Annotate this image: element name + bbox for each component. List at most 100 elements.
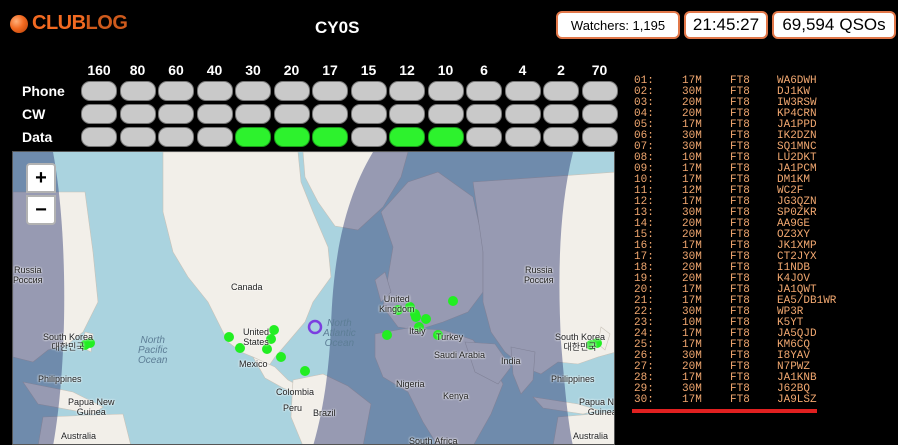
- spot-row[interactable]: 27: 20M FT8 N7PWZ: [634, 362, 894, 373]
- spot-row[interactable]: 12: 17M FT8 JG3QZN: [634, 197, 894, 208]
- slot-cw-70[interactable]: [581, 104, 618, 124]
- band-label-60: 60: [168, 62, 184, 78]
- band-label-70: 70: [591, 62, 608, 78]
- slot-phone-15[interactable]: [350, 81, 387, 101]
- slot-data-60[interactable]: [158, 127, 194, 147]
- slot-phone-12[interactable]: [389, 81, 425, 101]
- slot-data-15[interactable]: [350, 127, 387, 147]
- spot-row[interactable]: 21: 17M FT8 EA5/DB1WR: [634, 296, 894, 307]
- spot-dot[interactable]: [300, 366, 310, 376]
- map-label-png-east: Papua NewGuinea: [579, 397, 615, 417]
- spot-row[interactable]: 23: 10M FT8 K5YT: [634, 318, 894, 329]
- spot-row[interactable]: 26: 30M FT8 I8YAV: [634, 351, 894, 362]
- band-label-17: 17: [322, 62, 338, 78]
- slot-phone-10[interactable]: [427, 81, 464, 101]
- slot-cw-160[interactable]: [81, 104, 117, 124]
- slot-data-160[interactable]: [81, 127, 117, 147]
- slot-data-12[interactable]: [389, 127, 425, 147]
- world-map[interactable]: + − Russia Россия Russia Россия Canada Uni…: [12, 151, 615, 445]
- spot-row[interactable]: 11: 12M FT8 WC2F: [634, 186, 894, 197]
- slot-data-17[interactable]: [312, 127, 348, 147]
- slot-data-10[interactable]: [427, 127, 464, 147]
- zoom-out-button[interactable]: −: [26, 195, 56, 225]
- slot-cw-2[interactable]: [543, 104, 579, 124]
- slot-phone-160[interactable]: [81, 81, 117, 101]
- slot-cw-10[interactable]: [427, 104, 464, 124]
- spot-row[interactable]: 10: 17M FT8 DM1KM: [634, 175, 894, 186]
- spot-row[interactable]: 13: 30M FT8 SP0ZKR: [634, 208, 894, 219]
- spot-row[interactable]: 28: 17M FT8 JA1KNB: [634, 373, 894, 384]
- spot-row[interactable]: 08: 10M FT8 LU2DKT: [634, 153, 894, 164]
- spot-dot[interactable]: [224, 332, 234, 342]
- slot-cw-17[interactable]: [312, 104, 348, 124]
- slot-cw-60[interactable]: [158, 104, 194, 124]
- slot-data-6[interactable]: [466, 127, 502, 147]
- spot-row[interactable]: 17: 30M FT8 CT2JYX: [634, 252, 894, 263]
- slot-data-80[interactable]: [119, 127, 156, 147]
- slot-cw-4[interactable]: [504, 104, 541, 124]
- slot-cw-12[interactable]: [389, 104, 425, 124]
- zoom-in-button[interactable]: +: [26, 163, 56, 193]
- spot-row[interactable]: 22: 30M FT8 WP3R: [634, 307, 894, 318]
- spot-band: 17M: [682, 394, 702, 406]
- slot-cw-6[interactable]: [466, 104, 502, 124]
- map-label-south-korea-east: South Korea 대한민국: [555, 332, 606, 352]
- slot-data-20[interactable]: [273, 127, 310, 147]
- spot-row[interactable]: 20: 17M FT8 JA1QWT: [634, 285, 894, 296]
- spot-row[interactable]: 07: 30M FT8 SQ1MNC: [634, 142, 894, 153]
- spot-dot[interactable]: [421, 314, 431, 324]
- spot-row[interactable]: 03: 20M FT8 IW3RSW: [634, 98, 894, 109]
- slot-phone-80[interactable]: [119, 81, 156, 101]
- slot-data-2[interactable]: [543, 127, 579, 147]
- slot-cw-20[interactable]: [273, 104, 310, 124]
- spot-row[interactable]: 18: 20M FT8 I1NDB: [634, 263, 894, 274]
- spot-row[interactable]: 16: 17M FT8 JK1XMP: [634, 241, 894, 252]
- spot-row[interactable]: 25: 17M FT8 KM6CQ: [634, 340, 894, 351]
- mode-label-cw: CW: [22, 106, 46, 122]
- slot-phone-2[interactable]: [543, 81, 579, 101]
- slot-phone-30[interactable]: [235, 81, 271, 101]
- map-label-turkey: Turkey: [436, 332, 464, 342]
- slot-cw-80[interactable]: [119, 104, 156, 124]
- spot-row[interactable]: 02: 30M FT8 DJ1KW: [634, 87, 894, 98]
- slot-data-40[interactable]: [196, 127, 233, 147]
- map-label-philippines-west: Philippines: [38, 374, 82, 384]
- slot-phone-60[interactable]: [158, 81, 194, 101]
- spot-row[interactable]: 01: 17M FT8 WA6DWH: [634, 76, 894, 87]
- spot-dot[interactable]: [269, 325, 279, 335]
- spot-row[interactable]: 19: 20M FT8 K4JOV: [634, 274, 894, 285]
- spot-dot[interactable]: [276, 352, 286, 362]
- slot-phone-40[interactable]: [196, 81, 233, 101]
- spot-dot[interactable]: [382, 330, 392, 340]
- spot-dot[interactable]: [448, 296, 458, 306]
- map-label-italy: Italy: [409, 326, 426, 336]
- band-label-80: 80: [129, 62, 146, 78]
- slot-data-30[interactable]: [235, 127, 271, 147]
- map-label-australia-east: Australia: [573, 431, 609, 441]
- spot-row[interactable]: 29: 30M FT8 J62BQ: [634, 384, 894, 395]
- slot-data-70[interactable]: [581, 127, 618, 147]
- spot-row[interactable]: 09: 17M FT8 JA1PCM: [634, 164, 894, 175]
- slot-cw-15[interactable]: [350, 104, 387, 124]
- slot-phone-20[interactable]: [273, 81, 310, 101]
- map-label-philippines-east: Philippines: [551, 374, 595, 384]
- slot-phone-6[interactable]: [466, 81, 502, 101]
- recent-qso-list: 01: 17M FT8 WA6DWH 02: 30M FT8 DJ1KW 03: 20M FT8 IW…: [634, 76, 894, 406]
- slot-cw-40[interactable]: [196, 104, 233, 124]
- spot-row[interactable]: 06: 30M FT8 IK2DZN: [634, 131, 894, 142]
- spot-row[interactable]: 24: 17M FT8 JA5QJD: [634, 329, 894, 340]
- spot-row[interactable]: 04: 20M FT8 KP4CRN: [634, 109, 894, 120]
- slot-phone-17[interactable]: [312, 81, 348, 101]
- slot-phone-70[interactable]: [581, 81, 618, 101]
- band-label-15: 15: [360, 62, 377, 78]
- spot-row[interactable]: 15: 20M FT8 OZ3XY: [634, 230, 894, 241]
- slot-phone-4[interactable]: [504, 81, 541, 101]
- spot-row[interactable]: 05: 17M FT8 JA1PPD: [634, 120, 894, 131]
- slot-data-4[interactable]: [504, 127, 541, 147]
- band-label-6: 6: [480, 62, 488, 78]
- spot-row[interactable]: 14: 20M FT8 AA9GE: [634, 219, 894, 230]
- slot-cw-30[interactable]: [235, 104, 271, 124]
- clublog-logo[interactable]: CLUBLOG: [10, 12, 128, 35]
- band-label-160: 160: [87, 62, 111, 78]
- spot-row[interactable]: 30: 17M FT8 JA9LSZ: [634, 395, 894, 406]
